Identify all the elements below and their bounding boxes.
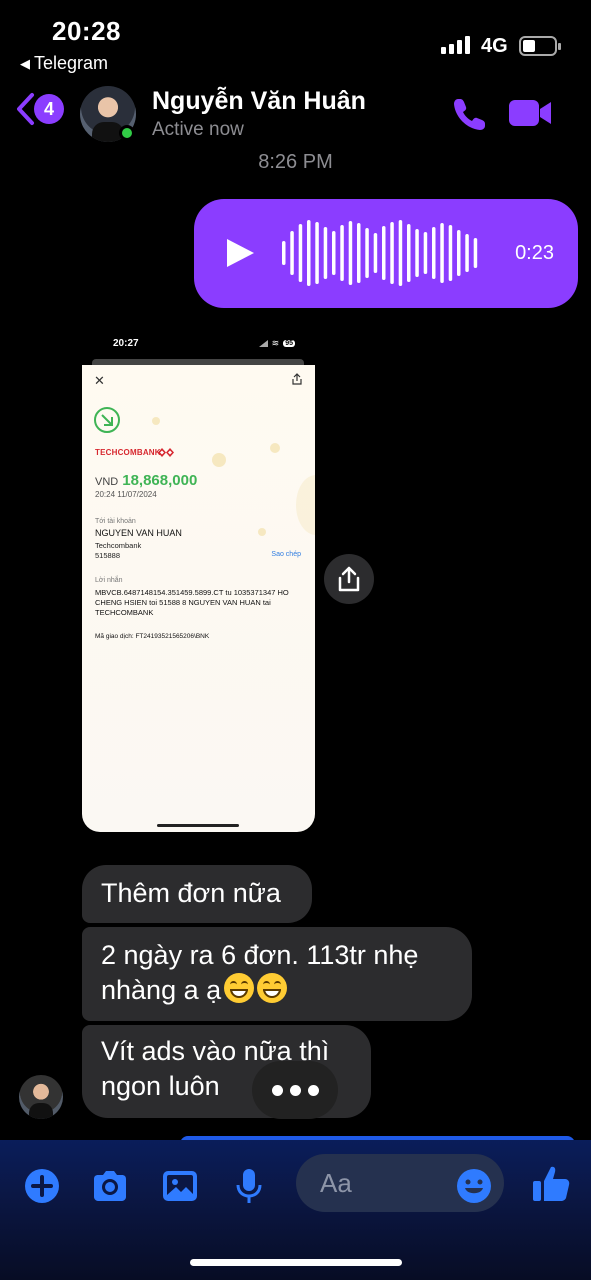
currency: VND <box>95 476 119 488</box>
back-app-label: Telegram <box>34 53 109 73</box>
transfer-message: MBVCB.6487148154.351459.5899.CT tu 10353… <box>95 588 289 617</box>
transfer-datetime: 20:24 11/07/2024 <box>95 490 157 499</box>
message-bubble[interactable]: 2 ngày ra 6 đơn. 113tr nhẹ nhàng a ạ <box>82 927 472 1021</box>
waveform-bar <box>373 233 378 273</box>
contact-name[interactable]: Nguyễn Văn Huân <box>152 87 366 116</box>
online-indicator <box>119 125 135 141</box>
voice-message-bubble[interactable]: 0:23 <box>194 199 578 308</box>
waveform-bar <box>407 224 411 282</box>
message-text: Thêm đơn nữa <box>101 878 281 908</box>
waveform-bar <box>465 234 469 272</box>
close-icon: ✕ <box>94 373 105 388</box>
waveform-bar <box>340 225 344 281</box>
share-icon <box>338 566 360 592</box>
message-timestamp: 8:26 PM <box>258 151 333 173</box>
waveform-bar <box>423 232 428 274</box>
home-indicator <box>190 1259 402 1266</box>
image-icon[interactable] <box>160 1166 200 1206</box>
message-text-line: nhàng a ạ <box>101 975 222 1005</box>
bank-name: TECHCOMBANK <box>95 448 161 457</box>
back-button[interactable]: 4 <box>14 92 64 126</box>
message-text-line: 2 ngày ra 6 đơn. 113tr nhẹ <box>101 940 419 970</box>
waveform-bar <box>398 220 403 286</box>
grinning-emoji-icon <box>257 973 288 1003</box>
message-label: Lời nhắn <box>95 577 123 584</box>
waveform-bar <box>298 224 303 282</box>
transfer-receipt: ✕ TECHCOMBANK VND 18,868,000 20:24 11/07… <box>82 365 315 832</box>
grinning-emoji-icon <box>224 973 255 1003</box>
waveform[interactable] <box>280 217 480 289</box>
screenshot-battery: 95 <box>283 340 295 347</box>
waveform-bar <box>332 231 336 275</box>
status-time: 20:28 <box>52 16 121 46</box>
screenshot-home-indicator <box>157 824 239 827</box>
waveform-bar <box>307 220 311 286</box>
screenshot-status-bar: 20:27 ≋ 95 <box>82 332 315 360</box>
message-input[interactable] <box>320 1168 450 1198</box>
waveform-bar <box>315 222 319 284</box>
waveform-bar <box>440 223 444 283</box>
contact-status: Active now <box>152 119 244 140</box>
waveform-bar <box>382 226 386 280</box>
message-bubble[interactable]: Thêm đơn nữa <box>82 865 312 923</box>
screenshot-signal-icon <box>258 340 268 347</box>
transaction-id: Mã giao dịch: FT24193521565206\BNK <box>95 633 210 640</box>
screenshot-status-icons: ≋ 95 <box>258 338 295 349</box>
recipient-bank: Techcombank <box>95 541 142 550</box>
typing-indicator <box>252 1061 338 1119</box>
share-icon <box>292 373 302 385</box>
play-icon[interactable] <box>224 237 256 269</box>
waveform-bar <box>290 231 294 275</box>
unread-badge: 4 <box>34 94 64 124</box>
video-camera-icon[interactable] <box>508 98 552 128</box>
copy-link: Sao chép <box>271 551 301 558</box>
back-to-app[interactable]: ◀ Telegram <box>20 53 108 74</box>
waveform-bar <box>357 223 361 283</box>
sender-avatar[interactable] <box>19 1075 63 1119</box>
microphone-icon[interactable] <box>229 1166 269 1206</box>
transfer-screenshot-image[interactable]: 20:27 ≋ 95 ✕ TECHCOMBANK VND 18,868,000 … <box>82 332 315 832</box>
recipient-name: NGUYEN VAN HUAN <box>95 528 182 538</box>
to-account-label: Tới tài khoản <box>95 518 136 525</box>
share-button[interactable] <box>324 554 374 604</box>
waveform-bar <box>282 241 286 265</box>
techcombank-logo-icon <box>158 448 174 457</box>
plus-icon[interactable] <box>22 1166 62 1206</box>
waveform-bar <box>365 228 369 278</box>
emoji-icon[interactable] <box>456 1168 492 1204</box>
chevron-left-icon <box>17 93 34 125</box>
waveform-bar <box>323 227 328 279</box>
network-type: 4G <box>481 35 508 57</box>
waveform-bar <box>348 221 353 285</box>
battery-icon <box>519 36 561 56</box>
incoming-arrow-icon <box>94 407 120 433</box>
account-number: 515888 <box>95 551 121 560</box>
screenshot-wifi-icon: ≋ <box>271 338 280 348</box>
voice-duration: 0:23 <box>515 242 554 264</box>
waveform-bar <box>457 230 461 276</box>
screenshot-time: 20:27 <box>113 338 139 349</box>
waveform-bar <box>432 227 436 279</box>
thumbs-up-icon[interactable] <box>530 1163 572 1205</box>
waveform-bar <box>415 229 419 277</box>
waveform-bar <box>473 238 478 268</box>
amount: 18,868,000 <box>122 472 198 489</box>
back-triangle-icon: ◀ <box>20 55 30 71</box>
waveform-bar <box>448 225 453 281</box>
camera-icon[interactable] <box>90 1166 130 1206</box>
amount-row: VND 18,868,000 <box>95 472 197 489</box>
waveform-bar <box>390 222 394 284</box>
signal-icon <box>441 36 470 54</box>
phone-icon[interactable] <box>452 96 488 132</box>
